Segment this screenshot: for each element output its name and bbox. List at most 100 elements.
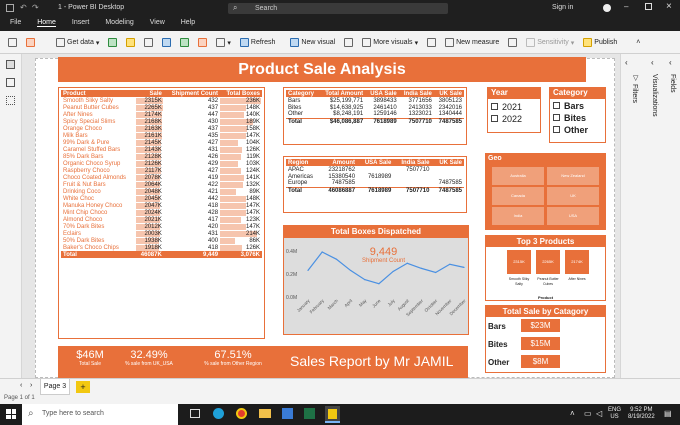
- table-row[interactable]: Bites $14,638,925 2461410 2413033 2342016: [286, 104, 464, 111]
- checkbox-icon[interactable]: [553, 114, 560, 121]
- refresh-button[interactable]: Refresh: [239, 38, 275, 47]
- geo-tile[interactable]: USA: [547, 207, 599, 225]
- reg-col-usa[interactable]: USA Sale: [357, 159, 394, 166]
- undo-icon[interactable]: ↶: [20, 3, 27, 12]
- prev-page-icon[interactable]: ‹: [20, 382, 22, 389]
- checkbox-icon[interactable]: [553, 102, 560, 109]
- reg-col-india[interactable]: India Sale: [393, 159, 432, 166]
- top3-item[interactable]: 2174K After Nines: [565, 250, 589, 282]
- table-row[interactable]: APAC 23218762 7507710: [286, 166, 464, 173]
- table-row[interactable]: Almond Choco 2021K 417 123K: [61, 216, 262, 223]
- minimize-icon[interactable]: –: [624, 2, 628, 11]
- category-slicer[interactable]: Category Bars Bites Other: [549, 87, 606, 143]
- notifications-icon[interactable]: ▤: [664, 409, 672, 418]
- table-row[interactable]: Other $8,248,191 1259146 1323021 1340444: [286, 111, 464, 118]
- table-row[interactable]: Caramel Stuffed Bars 2143K 431 126K: [61, 146, 262, 153]
- top3-panel[interactable]: Top 3 Products 2315K Smooth Sliky Salty 22…: [485, 235, 606, 301]
- menu-home[interactable]: Home: [37, 19, 56, 27]
- recent-sources-button[interactable]: [198, 38, 208, 47]
- table-row[interactable]: Eclairs 2003K 431 214K: [61, 230, 262, 237]
- quick-calc-button[interactable]: [508, 38, 518, 47]
- network-icon[interactable]: ▭: [584, 409, 592, 418]
- table-row[interactable]: 50% Dark Bites 1938K 400 86K: [61, 237, 262, 244]
- collapse-visualizations-icon[interactable]: ‹: [651, 58, 654, 67]
- category-option[interactable]: Other: [553, 125, 602, 135]
- table-row[interactable]: 99% Dark & Pure 2145K 427 104K: [61, 139, 262, 146]
- data-point[interactable]: [420, 267, 423, 269]
- table-row[interactable]: Organic Choco Syrup 2126K 429 103K: [61, 160, 262, 167]
- data-point[interactable]: [321, 251, 323, 253]
- table-row[interactable]: Smooth Sliky Salty 2315K 432 236K: [61, 97, 262, 104]
- new-visual-button[interactable]: New visual: [290, 38, 335, 47]
- dataset-button[interactable]: [126, 38, 136, 47]
- sensitivity-button[interactable]: Sensitivity ▾: [526, 38, 574, 47]
- filters-pane-tab[interactable]: Filters: [631, 84, 638, 103]
- language-indicator[interactable]: ENG US: [608, 407, 621, 421]
- filter-icon[interactable]: ▽: [633, 74, 638, 82]
- report-view-icon[interactable]: [6, 60, 15, 69]
- paste-button[interactable]: [8, 38, 17, 47]
- sql-button[interactable]: [144, 38, 154, 47]
- quick-measure-button[interactable]: [427, 38, 437, 47]
- checkbox-icon[interactable]: [553, 126, 560, 133]
- table-row[interactable]: Mint Chip Choco 2024K 428 147K: [61, 209, 262, 216]
- close-icon[interactable]: ×: [666, 1, 672, 12]
- data-point[interactable]: [307, 269, 309, 272]
- category-option[interactable]: Bars: [553, 101, 602, 111]
- enter-data-button[interactable]: [162, 38, 172, 47]
- table-row[interactable]: Drinking Coco 2048K 421 89K: [61, 188, 262, 195]
- geo-tile[interactable]: UK: [547, 187, 599, 205]
- data-point[interactable]: [378, 283, 380, 285]
- chrome-icon[interactable]: [236, 408, 247, 419]
- fields-pane-tab[interactable]: Fields: [669, 74, 676, 93]
- model-view-icon[interactable]: [6, 96, 15, 105]
- geo-tile[interactable]: Canada: [492, 187, 544, 205]
- taskbar-search[interactable]: ⌕ Type here to search: [22, 404, 178, 425]
- data-point[interactable]: [364, 279, 366, 281]
- data-point[interactable]: [449, 263, 451, 265]
- excel-button[interactable]: [108, 38, 118, 47]
- table-row[interactable]: Orange Choco 2163K 437 158K: [61, 125, 262, 132]
- category-option[interactable]: Bites: [553, 113, 602, 123]
- visualizations-pane-tab[interactable]: Visualizations: [651, 74, 658, 117]
- menu-file[interactable]: File: [10, 19, 21, 26]
- table-row[interactable]: Milk Bars 2161K 435 147K: [61, 132, 262, 139]
- table-row[interactable]: 70% Dark Bites 2012K 420 147K: [61, 223, 262, 230]
- table-row[interactable]: Choco Coated Almonds 2078K 419 141K: [61, 174, 262, 181]
- data-point[interactable]: [435, 271, 437, 274]
- geo-tile[interactable]: New Zealand: [547, 167, 599, 185]
- get-data-button[interactable]: Get data ▾: [56, 38, 99, 47]
- publish-button[interactable]: Publish: [583, 38, 617, 47]
- text-box-button[interactable]: [344, 38, 354, 47]
- dataverse-button[interactable]: [180, 38, 190, 47]
- powerbi-taskbar-icon[interactable]: [325, 406, 340, 423]
- data-point[interactable]: [463, 266, 465, 268]
- cat-col-total[interactable]: Total Amount: [319, 90, 366, 97]
- table-row[interactable]: Peanut Butter Cubes 2265K 437 148K: [61, 104, 262, 111]
- cat-col-india[interactable]: India Sale: [398, 90, 434, 97]
- table-row[interactable]: Spicy Special Slims 2168K 430 189K: [61, 118, 262, 125]
- collapse-fields-icon[interactable]: ‹: [669, 58, 672, 67]
- menu-insert[interactable]: Insert: [72, 19, 90, 26]
- table-row[interactable]: Raspberry Choco 2117K 427 124K: [61, 167, 262, 174]
- maximize-icon[interactable]: [645, 3, 652, 10]
- clock[interactable]: 9:52 PM 8/19/2022: [628, 407, 655, 421]
- table-row[interactable]: Americas 15380540 7618989: [286, 173, 464, 180]
- checkbox-icon[interactable]: [491, 103, 498, 110]
- new-measure-button[interactable]: New measure: [445, 38, 499, 47]
- menu-modeling[interactable]: Modeling: [105, 19, 133, 26]
- redo-icon[interactable]: ↷: [32, 3, 39, 12]
- line-chart-panel[interactable]: Total Boxes Dispatched 0.4M 0.2M 0.0M Janua…: [283, 225, 469, 335]
- collapse-ribbon-icon[interactable]: ˄: [636, 39, 640, 46]
- reg-col-region[interactable]: Region: [286, 159, 321, 166]
- task-view-icon[interactable]: [190, 409, 200, 418]
- data-point[interactable]: [406, 262, 408, 264]
- transform-button[interactable]: ▾: [216, 38, 231, 47]
- search-box[interactable]: ⌕ Search: [228, 3, 448, 14]
- category-sales-row[interactable]: Bars $23M: [486, 317, 605, 335]
- table-row[interactable]: Europe 7487585 7487585: [286, 180, 464, 187]
- year-slicer[interactable]: Year 2021 2022: [487, 87, 541, 133]
- more-visuals-button[interactable]: More visuals ▾: [362, 38, 418, 47]
- sign-in-link[interactable]: Sign in: [552, 4, 573, 11]
- edge-icon[interactable]: [213, 408, 224, 419]
